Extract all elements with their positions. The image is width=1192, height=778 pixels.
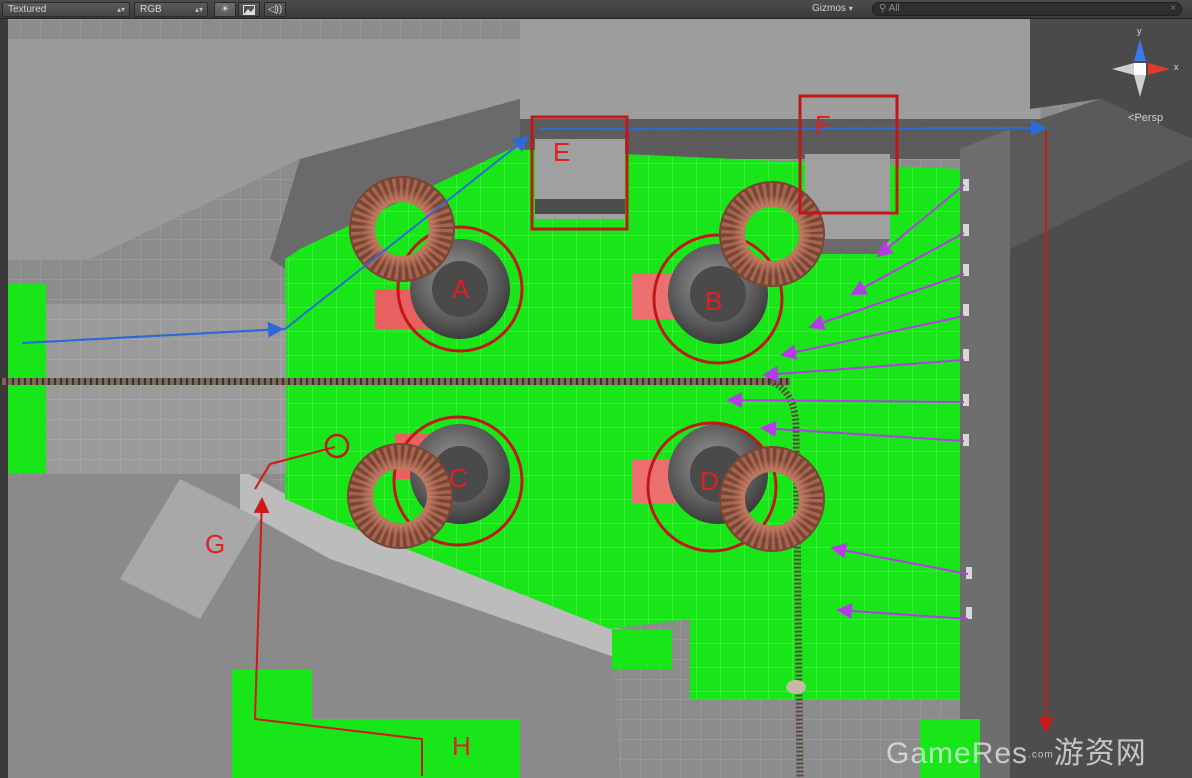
gizmos-label: Gizmos <box>812 3 846 14</box>
search-clear-icon[interactable]: × <box>1170 3 1176 15</box>
label-area-h: H <box>452 731 471 761</box>
watermark-text: GameRes <box>886 737 1029 770</box>
top-wall <box>520 19 1040 119</box>
label-turret-b: B <box>705 286 723 316</box>
gizmo-y-label: y <box>1137 26 1142 36</box>
label-area-e: E <box>553 137 571 167</box>
gizmos-dropdown[interactable]: Gizmos ▾ <box>812 2 866 17</box>
dropdown-arrow-icon: ▴▾ <box>116 5 125 14</box>
search-icon: ⚲ <box>879 3 887 14</box>
projection-label: Persp <box>1134 112 1164 124</box>
projection-toggle[interactable]: <Persp <box>1128 112 1163 124</box>
lighting-toggle[interactable]: ☀ <box>214 2 236 17</box>
rail-cart <box>786 680 806 694</box>
watermark-domain: .com <box>1028 749 1054 761</box>
effects-toggle[interactable] <box>238 2 260 17</box>
color-mode-value: RGB <box>140 4 162 15</box>
render-mode-value: Textured <box>8 4 47 15</box>
speaker-icon: ◁)) <box>267 4 283 15</box>
label-area-f: F <box>815 110 831 140</box>
left-corridor-grid <box>46 304 286 474</box>
audio-toggle[interactable]: ◁)) <box>264 2 286 17</box>
blue-route-arrow <box>539 120 1047 137</box>
watermark-suffix: 游资网 <box>1053 737 1147 770</box>
label-turret-c: C <box>449 463 468 493</box>
dropdown-arrow-icon: ▴▾ <box>194 5 203 14</box>
scene-toolbar: Textured ▴▾ RGB ▴▾ ☀ ◁)) Gizmos ▾ ⚲ All … <box>0 0 1192 19</box>
render-mode-dropdown[interactable]: Textured ▴▾ <box>2 2 130 17</box>
label-turret-d: D <box>700 466 719 496</box>
label-turret-a: A <box>452 274 470 304</box>
scene-view-window: Textured ▴▾ RGB ▴▾ ☀ ◁)) Gizmos ▾ ⚲ All … <box>0 0 1192 778</box>
color-mode-dropdown[interactable]: RGB ▴▾ <box>134 2 208 17</box>
hierarchy-search-input[interactable]: ⚲ All × <box>872 2 1182 16</box>
pillar-e-shadow <box>535 199 625 214</box>
label-area-g: G <box>205 529 226 559</box>
small-floor-patch <box>612 629 672 669</box>
search-placeholder: All <box>888 3 900 14</box>
viewport-border <box>0 19 8 778</box>
sun-icon: ☀ <box>220 4 230 15</box>
right-wall-shade <box>1010 159 1192 778</box>
dropdown-arrow-icon: ▾ <box>848 4 853 13</box>
gizmo-x-label: x <box>1174 62 1179 72</box>
rail-track-horizontal <box>0 378 790 385</box>
image-icon <box>243 5 255 15</box>
watermark: GameRes.com游资网 <box>886 728 1147 772</box>
gizmo-center-cube[interactable] <box>1134 63 1146 75</box>
scene-viewport[interactable] <box>0 19 1192 778</box>
